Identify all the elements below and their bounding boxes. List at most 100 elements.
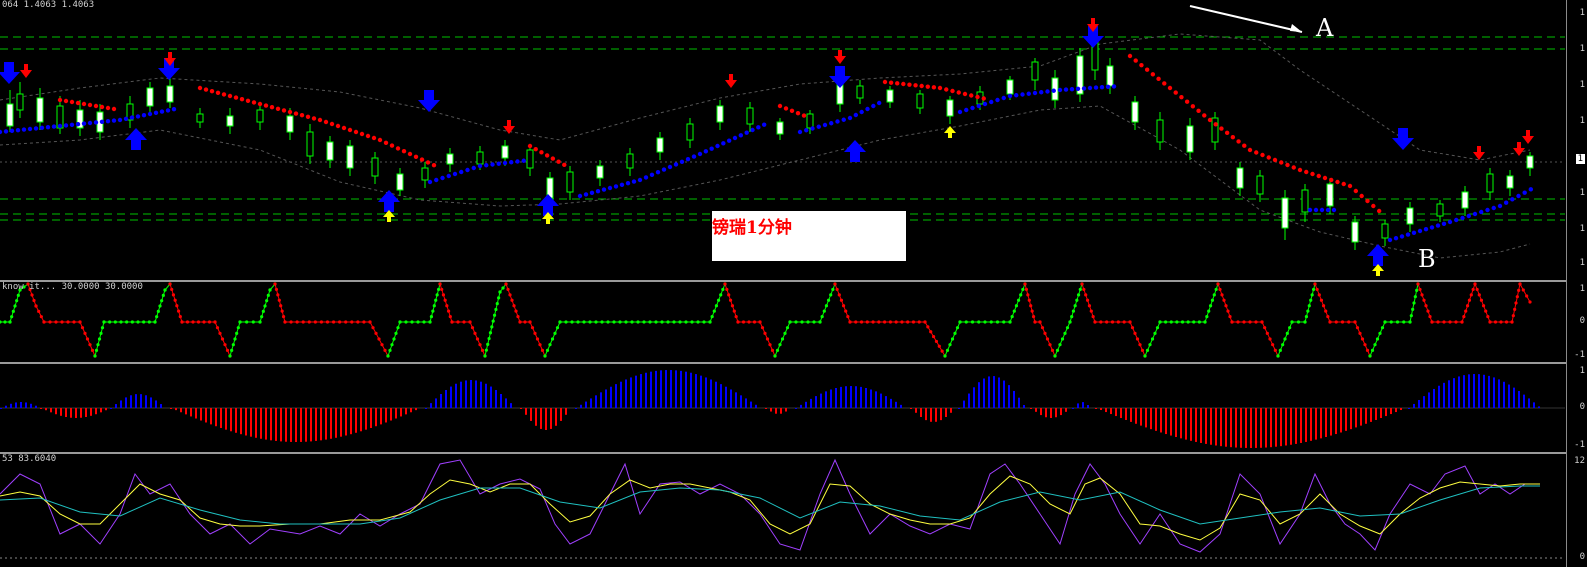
stepped-dot (1514, 301, 1518, 305)
psar-dot (105, 105, 111, 111)
histogram-bar (1013, 390, 1015, 408)
stepped-line-green (944, 283, 1026, 357)
stepped-dot (3, 320, 7, 324)
stepped-dot (338, 320, 342, 324)
price-chart-pane[interactable]: 064 1.4063 1.4063 A B 镑瑞1分钟 (0, 0, 1587, 280)
stepped-dot (96, 343, 100, 347)
stepped-dot (153, 320, 157, 324)
stepped-dot (251, 320, 255, 324)
psar-dot (1063, 87, 1069, 92)
histogram-bar (740, 395, 742, 408)
stepped-line-red (834, 283, 946, 357)
stepped-dot (497, 296, 501, 300)
stepped-dot (1265, 331, 1269, 335)
psar-dot (484, 163, 489, 168)
stepped-dot (483, 354, 487, 358)
stepped-dot (431, 309, 435, 313)
histogram-bar (1135, 408, 1137, 424)
histogram-bar (470, 380, 472, 408)
psar-dot (976, 103, 981, 109)
stepped-dot (871, 320, 875, 324)
price-axis[interactable]: 1 1 1 1 1 1 1 1 1 0 -1 1 0 -1 12 0 (1566, 0, 1587, 567)
histogram-pane[interactable] (0, 364, 1587, 452)
histogram-bar (958, 408, 960, 409)
stepped-dot (445, 304, 449, 308)
histogram-bar (880, 393, 882, 408)
psar-dot (1322, 175, 1328, 181)
stepped-dot (712, 309, 716, 313)
psar-dot (69, 122, 75, 128)
stepped-dot (185, 320, 190, 324)
histogram-bar (0, 408, 2, 409)
stepped-dot (672, 320, 676, 324)
line-oscillator-pane[interactable]: 53 83.6040 (0, 454, 1587, 567)
psar-dot (1325, 207, 1331, 213)
psar-dot (431, 163, 437, 168)
psar-dot (1279, 160, 1284, 165)
histogram-bar (450, 386, 452, 408)
stepped-dot (1099, 320, 1103, 324)
psar-dot (215, 90, 221, 96)
psar-dot (1454, 217, 1459, 223)
histogram-bar (700, 375, 702, 408)
psar-dot (57, 97, 63, 103)
psar-dot (45, 125, 51, 130)
psar-dot (901, 81, 906, 87)
histogram-bar (410, 408, 412, 413)
stepped-dot (173, 298, 177, 302)
psar-dot (726, 138, 732, 143)
psar-dot (907, 82, 912, 87)
psar-dot (425, 160, 431, 165)
histogram-bar (540, 408, 542, 429)
psar-dot (1087, 85, 1093, 91)
stepped-dot (545, 348, 550, 352)
psar-dot (931, 85, 937, 90)
psar-dot (969, 93, 974, 98)
oscillator-pane-stepped[interactable]: know it... 30.0000 30.0000 (0, 282, 1587, 362)
histogram-bar (1230, 408, 1232, 448)
psar-dot (1310, 171, 1315, 177)
stepped-dot (1122, 320, 1126, 324)
stepped-dot (1060, 337, 1065, 341)
stepped-dot (1307, 304, 1311, 308)
stepped-dot (822, 309, 826, 313)
stepped-dot (977, 320, 981, 324)
histogram-bar (1375, 408, 1377, 420)
stepped-dot (1071, 309, 1076, 313)
stepped-dot (238, 320, 242, 324)
psar-dot (1335, 179, 1340, 185)
stepped-dot (1402, 320, 1406, 324)
psar-dot (1441, 221, 1447, 226)
line-oscillator-canvas (0, 458, 1565, 559)
stepped-dot (1467, 298, 1472, 302)
psar-dot (1014, 93, 1019, 98)
stepped-dot (72, 320, 76, 324)
stepped-dot (125, 320, 129, 324)
histogram-bar (380, 408, 382, 425)
oscillator-axis-label: -1 (1574, 350, 1585, 360)
psar-dot (459, 169, 464, 175)
stepped-dot (1070, 314, 1074, 319)
psar-dot (440, 175, 445, 181)
psar-dot (515, 159, 520, 164)
stepped-dot (1268, 337, 1272, 341)
stepped-dot (422, 320, 426, 324)
stepped-dot (1276, 354, 1280, 358)
histogram-bar (1275, 408, 1277, 447)
stepped-dot (794, 320, 798, 324)
psar-dots-red (57, 53, 1382, 214)
psar-dot (816, 124, 821, 129)
stepped-dot (1130, 326, 1135, 330)
stepped-dot (1224, 304, 1228, 308)
price-axis-label: 1 (1579, 188, 1585, 198)
stepped-dot (690, 320, 694, 324)
stepped-dot (660, 320, 664, 324)
stepped-dot (1208, 304, 1213, 308)
stepped-dot (468, 320, 472, 324)
stepped-dot (763, 331, 767, 335)
stepped-dot (260, 315, 264, 319)
histogram-bar (745, 398, 747, 408)
histogram-bar (105, 408, 107, 411)
stepped-dot (274, 287, 279, 292)
histogram-bar (85, 408, 87, 418)
